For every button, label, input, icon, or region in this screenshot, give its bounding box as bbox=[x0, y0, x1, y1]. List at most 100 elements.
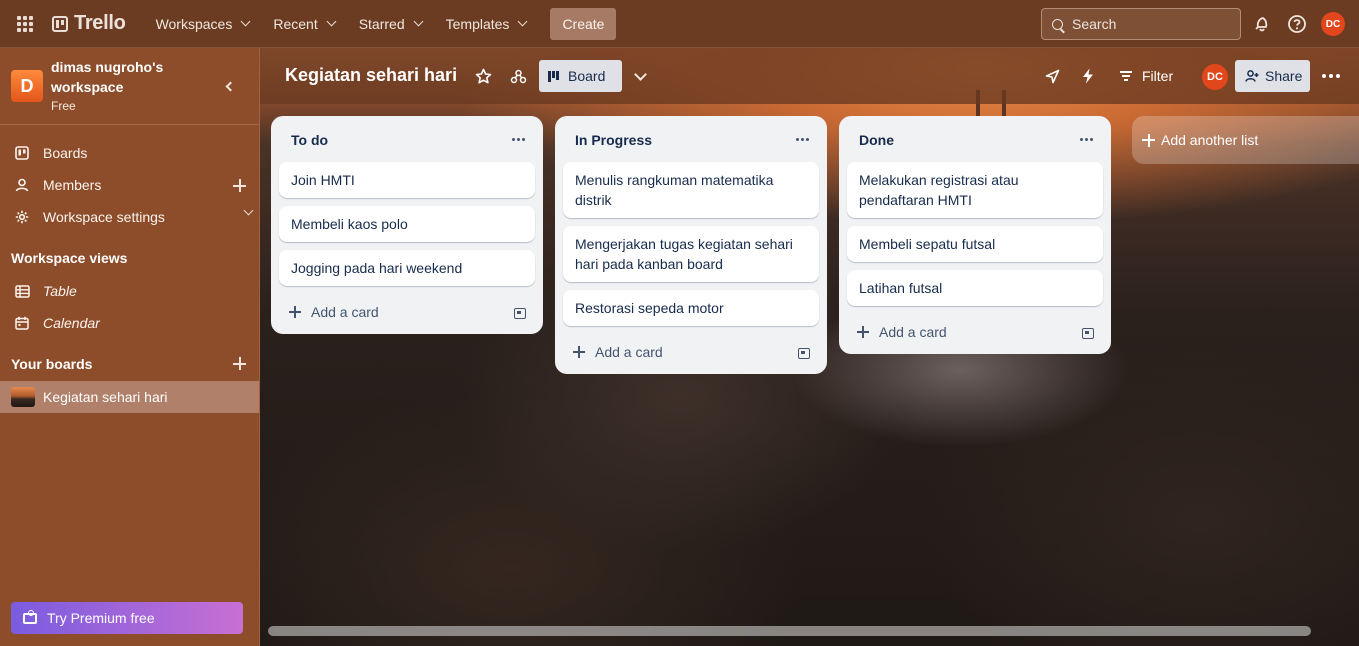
list-actions-icon[interactable] bbox=[512, 138, 525, 141]
sidebar-item-label: Workspace settings bbox=[43, 209, 165, 225]
filter-button[interactable]: Filter bbox=[1120, 60, 1173, 92]
add-card-button[interactable]: Add a card bbox=[573, 344, 663, 360]
board-menu-icon[interactable] bbox=[1322, 74, 1340, 78]
try-premium-button[interactable]: Try Premium free bbox=[11, 602, 243, 634]
list-footer: Add a card bbox=[555, 334, 827, 374]
list-footer: Add a card bbox=[271, 294, 543, 334]
list-footer: Add a card bbox=[839, 314, 1111, 354]
workspace-visibility-icon[interactable] bbox=[508, 66, 528, 86]
chevron-down-icon bbox=[517, 16, 528, 27]
collapse-sidebar-button[interactable] bbox=[220, 76, 240, 96]
add-another-list-button[interactable]: Add another list bbox=[1132, 116, 1359, 164]
list-header: Done bbox=[839, 116, 1111, 162]
card[interactable]: Membeli sepatu futsal bbox=[847, 226, 1103, 262]
notifications-bell-icon[interactable] bbox=[1250, 12, 1274, 36]
trello-logo-icon bbox=[52, 15, 68, 32]
card-template-icon[interactable] bbox=[798, 348, 810, 359]
board-member-avatar[interactable]: DC bbox=[1202, 64, 1228, 90]
chevron-left-icon bbox=[225, 81, 235, 91]
list-actions-icon[interactable] bbox=[796, 138, 809, 141]
premium-label: Try Premium free bbox=[47, 610, 155, 626]
card[interactable]: Jogging pada hari weekend bbox=[279, 250, 535, 286]
add-board-icon[interactable] bbox=[233, 357, 246, 370]
search-placeholder: Search bbox=[1072, 16, 1117, 32]
brand-name: Trello bbox=[74, 12, 126, 34]
card[interactable]: Join HMTI bbox=[279, 162, 535, 198]
plus-icon bbox=[1142, 133, 1155, 147]
card[interactable]: Melakukan registrasi atau pendaftaran HM… bbox=[847, 162, 1103, 218]
card[interactable]: Membeli kaos polo bbox=[279, 206, 535, 242]
board-view-label: Board bbox=[568, 68, 606, 84]
gift-icon bbox=[23, 609, 37, 624]
add-card-button[interactable]: Add a card bbox=[289, 304, 379, 320]
sidebar-item-boards[interactable]: Boards bbox=[0, 137, 260, 169]
sidebar-item-members[interactable]: Members bbox=[0, 169, 260, 201]
nav-starred-dropdown[interactable]: Starred bbox=[347, 8, 434, 40]
list-in-progress: In Progress Menulis rangkuman matematika… bbox=[555, 116, 827, 374]
search-input[interactable]: Search bbox=[1041, 8, 1241, 40]
help-icon[interactable] bbox=[1285, 12, 1309, 36]
board-view-button[interactable]: Board bbox=[539, 60, 622, 92]
list-title[interactable]: In Progress bbox=[575, 132, 652, 148]
add-card-label: Add a card bbox=[311, 304, 379, 320]
top-navigation-bar: Trello Workspaces Recent Starred Templat… bbox=[0, 0, 1359, 48]
automation-lightning-icon[interactable] bbox=[1078, 66, 1098, 86]
nav-recent-dropdown[interactable]: Recent bbox=[261, 8, 346, 40]
sidebar-item-calendar-view[interactable]: Calendar bbox=[0, 307, 260, 339]
card[interactable]: Restorasi sepeda motor bbox=[563, 290, 819, 326]
workspace-plan: Free bbox=[51, 99, 76, 113]
workspace-sidebar: D dimas nugroho's workspace Free Boards … bbox=[0, 48, 260, 646]
chevron-down-icon bbox=[413, 16, 424, 27]
board-canvas: Kegiatan sehari hari Board Filter DC Sha… bbox=[260, 48, 1359, 646]
board-title[interactable]: Kegiatan sehari hari bbox=[285, 65, 457, 86]
card[interactable]: Latihan futsal bbox=[847, 270, 1103, 306]
sidebar-item-label: Boards bbox=[43, 145, 88, 161]
workspace-name[interactable]: dimas nugroho's workspace bbox=[51, 57, 201, 97]
power-ups-icon[interactable] bbox=[1042, 66, 1062, 86]
user-avatar[interactable]: DC bbox=[1321, 12, 1345, 36]
app-switcher-icon[interactable] bbox=[10, 9, 40, 39]
share-button[interactable]: Share bbox=[1235, 60, 1310, 92]
views-chevron-down-icon[interactable] bbox=[634, 68, 647, 81]
add-list-label: Add another list bbox=[1161, 132, 1259, 148]
search-icon bbox=[1052, 18, 1063, 30]
list-header: To do bbox=[271, 116, 543, 162]
plus-icon bbox=[289, 306, 301, 318]
nav-workspaces-dropdown[interactable]: Workspaces bbox=[144, 8, 262, 40]
nav-templates-dropdown[interactable]: Templates bbox=[434, 8, 539, 40]
person-icon bbox=[11, 176, 33, 194]
list-done: Done Melakukan registrasi atau pendaftar… bbox=[839, 116, 1111, 354]
sidebar-item-table-view[interactable]: Table bbox=[0, 275, 260, 307]
chevron-down-icon bbox=[326, 16, 337, 27]
board-thumbnail bbox=[11, 387, 35, 407]
add-card-button[interactable]: Add a card bbox=[857, 324, 947, 340]
nav-recent-label: Recent bbox=[273, 15, 318, 32]
trello-board-icon bbox=[11, 144, 33, 162]
star-icon[interactable] bbox=[473, 66, 493, 86]
create-button[interactable]: Create bbox=[550, 7, 617, 40]
card-template-icon[interactable] bbox=[514, 308, 526, 319]
list-title[interactable]: To do bbox=[291, 132, 328, 148]
add-member-icon[interactable] bbox=[233, 179, 246, 192]
gear-icon bbox=[11, 208, 33, 226]
share-label: Share bbox=[1265, 68, 1303, 84]
horizontal-scrollbar[interactable] bbox=[268, 626, 1311, 636]
plus-icon bbox=[857, 326, 869, 338]
board-view-icon bbox=[548, 70, 559, 82]
list-to-do: To do Join HMTI Membeli kaos polo Joggin… bbox=[271, 116, 543, 334]
chevron-down-icon bbox=[240, 16, 251, 27]
card-template-icon[interactable] bbox=[1082, 328, 1094, 339]
card[interactable]: Mengerjakan tugas kegiatan sehari hari p… bbox=[563, 226, 819, 282]
your-boards-heading: Your boards bbox=[11, 356, 93, 372]
list-title[interactable]: Done bbox=[859, 132, 894, 148]
nav-menu: Workspaces Recent Starred Templates bbox=[144, 8, 539, 40]
card[interactable]: Menulis rangkuman matematika distrik bbox=[563, 162, 819, 218]
trello-logo[interactable]: Trello bbox=[48, 8, 130, 40]
filter-label: Filter bbox=[1142, 68, 1174, 84]
table-icon bbox=[11, 282, 33, 300]
sidebar-item-workspace-settings[interactable]: Workspace settings bbox=[0, 201, 260, 233]
list-actions-icon[interactable] bbox=[1080, 138, 1093, 141]
nav-starred-label: Starred bbox=[358, 15, 405, 32]
add-card-label: Add a card bbox=[879, 324, 947, 340]
sidebar-board-kegiatan[interactable]: Kegiatan sehari hari bbox=[0, 381, 259, 413]
